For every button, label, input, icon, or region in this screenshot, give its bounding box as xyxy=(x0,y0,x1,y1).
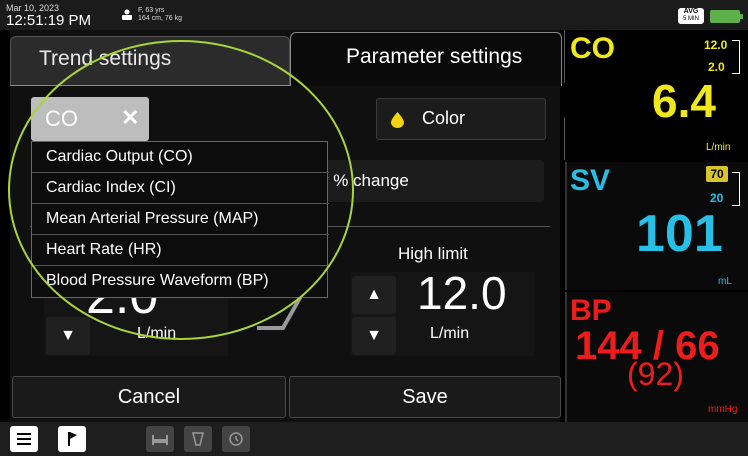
dropdown-option[interactable]: Heart Rate (HR) xyxy=(32,235,329,266)
menu-icon xyxy=(17,433,31,445)
time-text: 12:51:19 PM xyxy=(6,12,92,29)
tab-parameter-label: Parameter settings xyxy=(346,45,523,68)
high-limit-unit: L/min xyxy=(430,325,470,342)
co-value: 6.4 xyxy=(652,75,716,127)
patient-bed-icon xyxy=(122,9,132,20)
sv-limit-bracket xyxy=(732,172,740,206)
dropdown-option[interactable]: Cardiac Output (CO) xyxy=(32,142,329,173)
co-limit-bracket xyxy=(732,40,740,74)
tab-trend-settings[interactable]: Trend settings xyxy=(10,36,290,86)
tab-divider xyxy=(10,85,290,86)
flag-icon xyxy=(68,432,77,446)
dropdown-option[interactable]: Cardiac Index (CI) xyxy=(32,173,329,204)
parameter-select[interactable]: CO ✕ xyxy=(31,97,149,141)
color-button[interactable]: Color xyxy=(376,98,546,140)
bp-unit: mmHg xyxy=(708,404,738,415)
low-limit-decrease-button[interactable]: ▼ xyxy=(46,317,90,355)
history-button[interactable] xyxy=(222,426,250,452)
cancel-button[interactable]: Cancel xyxy=(12,376,286,418)
sv-high-limit: 70 xyxy=(706,166,728,182)
patient-position-button[interactable] xyxy=(146,426,174,452)
low-limit-unit: L/min xyxy=(137,325,177,342)
co-unit: L/min xyxy=(706,142,731,153)
high-limit-label: High limit xyxy=(398,244,468,263)
dropdown-option[interactable]: Blood Pressure Waveform (BP) xyxy=(32,266,329,297)
color-drop-icon xyxy=(391,112,404,128)
date-time: Mar 10, 2023 12:51:19 PM xyxy=(6,3,91,29)
bp-label: BP xyxy=(570,294,612,327)
high-limit-increase-button[interactable]: ▲ xyxy=(352,276,396,314)
patient-info[interactable]: F, 63 yrs 164 cm, 76 kg xyxy=(120,7,182,23)
tab-trend-label: Trend settings xyxy=(39,47,172,70)
patient-demographics: F, 63 yrs xyxy=(138,7,165,14)
fluid-button[interactable] xyxy=(184,426,212,452)
bottom-toolbar xyxy=(0,422,748,456)
bp-map-value: (92) xyxy=(627,356,684,392)
high-limit-value: 12.0 xyxy=(417,267,507,319)
percent-change-toggle[interactable]: v % change xyxy=(300,160,544,202)
averaging-badge[interactable]: AVG 5 MIN xyxy=(678,8,704,24)
close-icon[interactable]: ✕ xyxy=(121,105,139,131)
patient-body: 164 cm, 76 kg xyxy=(138,15,182,22)
battery-icon xyxy=(710,10,743,23)
sv-label: SV xyxy=(570,164,611,197)
parameter-dropdown: Cardiac Output (CO) Cardiac Index (CI) M… xyxy=(31,141,329,298)
save-button[interactable]: Save xyxy=(289,376,561,418)
co-low-limit: 2.0 xyxy=(708,60,725,74)
high-limit-decrease-button[interactable]: ▼ xyxy=(352,317,396,355)
history-icon xyxy=(229,432,243,446)
co-label: CO xyxy=(570,32,615,65)
color-label: Color xyxy=(422,108,466,128)
bed-icon xyxy=(152,435,168,445)
sv-value: 101 xyxy=(636,205,723,263)
dropdown-option[interactable]: Mean Arterial Pressure (MAP) xyxy=(32,204,329,235)
avg-interval: 5 MIN xyxy=(682,16,699,22)
co-high-limit: 12.0 xyxy=(704,38,728,52)
sv-low-limit: 20 xyxy=(710,191,724,205)
menu-button[interactable] xyxy=(10,426,38,452)
tab-parameter-settings[interactable]: Parameter settings xyxy=(290,32,562,86)
avg-label: AVG xyxy=(683,8,699,15)
fluid-icon xyxy=(192,432,204,446)
status-bar: Mar 10, 2023 12:51:19 PM F, 63 yrs 164 c… xyxy=(0,0,748,30)
selected-parameter: CO xyxy=(45,106,78,131)
percent-change-label: v % change xyxy=(320,171,409,190)
sv-unit: mL xyxy=(718,276,732,287)
event-flag-button[interactable] xyxy=(58,426,86,452)
